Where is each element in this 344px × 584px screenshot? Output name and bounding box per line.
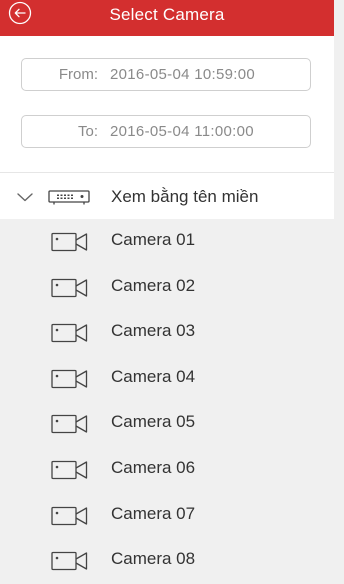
camera-icon: [51, 552, 88, 571]
camera-label: Camera 08: [111, 549, 196, 569]
header-bar: Select Camera: [0, 0, 334, 36]
device-group-row[interactable]: Xem bằng tên miền: [0, 172, 334, 219]
chevron-down-icon[interactable]: [16, 188, 34, 206]
camera-item-4[interactable]: Camera 04: [0, 356, 334, 402]
camera-icon: [51, 506, 88, 525]
page-title: Select Camera: [109, 5, 225, 24]
to-value: 2016-05-04 11:00:00: [110, 123, 254, 140]
camera-item-1[interactable]: Camera 01: [0, 219, 334, 265]
camera-item-2[interactable]: Camera 02: [0, 265, 334, 311]
camera-label: Camera 04: [111, 366, 196, 386]
camera-item-7[interactable]: Camera 07: [0, 493, 334, 539]
to-label: To:: [77, 123, 98, 140]
camera-label: Camera 01: [111, 230, 196, 249]
camera-label: Camera 02: [111, 275, 196, 295]
camera-item-8[interactable]: Camera 08: [0, 538, 334, 584]
device-group-label: Xem bằng tên miền: [111, 187, 259, 206]
from-label: From:: [58, 66, 98, 83]
camera-list: Xem bằng tên miền Camera 01 Camera 02 Ca…: [0, 172, 334, 584]
camera-label: Camera 07: [111, 503, 196, 523]
camera-item-3[interactable]: Camera 03: [0, 310, 334, 356]
camera-label: Camera 05: [111, 412, 196, 432]
right-edge: [334, 0, 344, 568]
camera-icon: [51, 324, 88, 343]
camera-icon: [51, 232, 88, 252]
camera-icon: [51, 460, 88, 480]
camera-label: Camera 06: [111, 457, 196, 477]
camera-icon: [51, 415, 88, 434]
from-value: 2016-05-04 10:59:00: [110, 66, 255, 83]
camera-item-6[interactable]: Camera 06: [0, 447, 334, 493]
camera-label: Camera 03: [111, 321, 196, 341]
camera-item-5[interactable]: Camera 05: [0, 401, 334, 447]
to-time-field[interactable]: To: 2016-05-04 11:00:00: [21, 115, 311, 148]
camera-icon: [51, 369, 88, 388]
dvr-icon: [48, 190, 90, 205]
camera-icon: [51, 278, 88, 297]
time-range-panel: From: 2016-05-04 10:59:00 To: 2016-05-04…: [0, 36, 334, 172]
from-time-field[interactable]: From: 2016-05-04 10:59:00: [21, 58, 311, 91]
